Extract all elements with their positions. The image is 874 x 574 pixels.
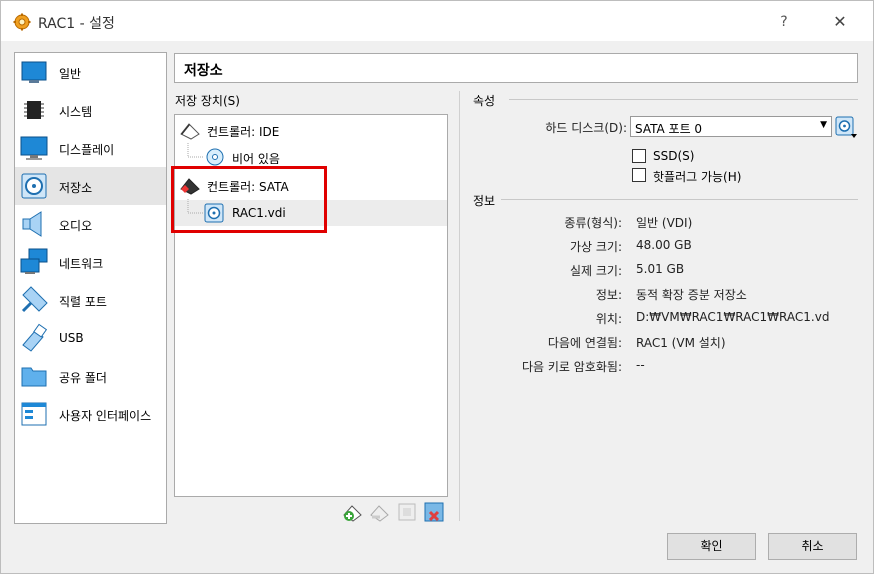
info-key-type: 종류(형식): (564, 216, 622, 230)
close-button[interactable]: ✕ (823, 9, 857, 35)
sidebar-item-network[interactable]: 네트워크 (15, 243, 166, 281)
tree-item-label: 비어 있음 (232, 152, 280, 166)
info-value-type: 일반 (VDI) (636, 216, 693, 230)
page-title: 저장소 (184, 63, 223, 79)
sidebar-item-label: USB (59, 331, 84, 345)
sidebar-item-label: 디스플레이 (59, 143, 115, 157)
tree-item-ide-controller[interactable]: 컨트롤러: IDE (175, 117, 447, 143)
info-value-details: 동적 확장 증분 저장소 (636, 288, 747, 302)
speaker-icon (22, 211, 42, 237)
storage-devices-label: 저장 장치(S) (175, 94, 240, 108)
sidebar-item-display[interactable]: 디스플레이 (15, 129, 166, 167)
sidebar-item-audio[interactable]: 오디오 (15, 205, 166, 243)
info-key-virtual-size: 가상 크기: (569, 240, 622, 254)
choose-disk-icon[interactable] (834, 115, 858, 139)
storage-disk-icon (21, 173, 47, 199)
cancel-button[interactable]: 취소 (768, 533, 857, 560)
hard-disk-label: 하드 디스크(D): (545, 121, 627, 135)
sidebar-item-system[interactable]: 시스템 (15, 91, 166, 129)
sidebar-item-label: 일반 (59, 67, 82, 81)
display-monitor-icon (20, 136, 48, 160)
sidebar-item-storage[interactable]: 저장소 (15, 167, 166, 205)
gear-icon (13, 13, 31, 31)
sidebar-item-label: 시스템 (59, 105, 93, 119)
sidebar-item-general[interactable]: 일반 (15, 53, 166, 91)
info-value-encrypted-with: -- (636, 358, 645, 372)
optical-disc-icon (206, 148, 224, 166)
usb-icon (22, 323, 48, 352)
sidebar-item-shared-folders[interactable]: 공유 폴더 (15, 357, 166, 395)
sidebar-item-label: 공유 폴더 (59, 371, 107, 385)
ide-controller-icon (180, 123, 200, 140)
settings-dialog: RAC1 - 설정 ? ✕ 일반 시스템 디스플레이 저장소 오디오 네트워크 … (0, 0, 874, 574)
hotplug-checkbox[interactable] (632, 168, 646, 182)
general-icon (21, 61, 47, 83)
sidebar-item-serial-port[interactable]: 직렬 포트 (15, 281, 166, 319)
sidebar-item-label: 네트워크 (59, 257, 104, 271)
page-header: 저장소 (174, 53, 858, 83)
info-key-actual-size: 실제 크기: (569, 264, 622, 278)
ssd-label: SSD(S) (653, 149, 695, 163)
sidebar-item-usb[interactable]: USB (15, 319, 166, 357)
ssd-checkbox[interactable] (632, 149, 646, 163)
attributes-separator (509, 99, 858, 100)
highlight-box (171, 166, 327, 233)
system-chip-icon (24, 101, 44, 119)
add-attachment-icon[interactable] (396, 501, 418, 523)
chevron-down-icon: ▼ (820, 120, 827, 130)
user-interface-icon (21, 402, 47, 426)
tree-item-label: 컨트롤러: IDE (207, 125, 280, 139)
sidebar-item-label: 오디오 (59, 219, 93, 233)
remove-attachment-icon[interactable] (423, 501, 445, 523)
serial-port-icon (21, 286, 48, 313)
network-icon (20, 248, 48, 274)
hotplug-label: 핫플러그 가능(H) (653, 170, 742, 184)
sidebar-item-label: 직렬 포트 (59, 295, 107, 309)
sidebar-item-user-interface[interactable]: 사용자 인터페이스 (15, 395, 166, 433)
ok-button[interactable]: 확인 (667, 533, 756, 560)
panel-divider (459, 91, 460, 521)
info-value-actual-size: 5.01 GB (636, 262, 685, 276)
information-label: 정보 (473, 194, 496, 208)
info-value-location: D:₩VM₩RAC1₩RAC1₩RAC1.vd (636, 310, 830, 324)
settings-sidebar: 일반 시스템 디스플레이 저장소 오디오 네트워크 직렬 포트 USB 공유 폴… (14, 52, 167, 524)
title-bar: RAC1 - 설정 ? ✕ (1, 1, 873, 41)
hard-disk-value: SATA 포트 0 (635, 122, 703, 136)
add-controller-icon[interactable] (342, 501, 364, 523)
info-value-attached-to: RAC1 (VM 설치) (636, 336, 726, 350)
hard-disk-select[interactable]: SATA 포트 0 ▼ (630, 116, 832, 137)
info-key-attached-to: 다음에 연결됨: (547, 336, 622, 350)
attributes-label: 속성 (473, 94, 496, 108)
help-button[interactable]: ? (769, 9, 799, 35)
shared-folder-icon (21, 367, 47, 387)
window-title: RAC1 - 설정 (38, 16, 115, 32)
sidebar-item-label: 사용자 인터페이스 (59, 409, 152, 423)
information-separator (501, 199, 858, 200)
sidebar-item-label: 저장소 (59, 181, 93, 195)
info-value-virtual-size: 48.00 GB (636, 238, 692, 252)
remove-controller-icon[interactable] (369, 501, 391, 523)
info-key-details: 정보: (595, 288, 622, 302)
info-key-encrypted-with: 다음 키로 암호화됨: (522, 360, 622, 374)
info-key-location: 위치: (595, 312, 622, 326)
